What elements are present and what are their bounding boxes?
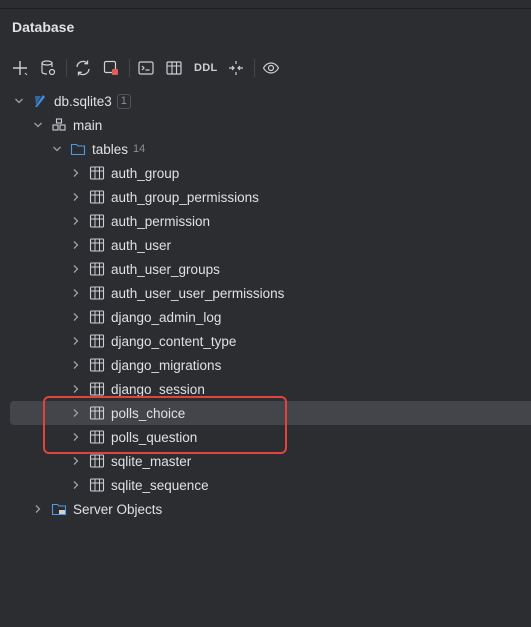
chevron-right-icon[interactable]	[69, 382, 83, 396]
chevron-right-icon[interactable]	[69, 238, 83, 252]
chevron-right-icon[interactable]	[31, 502, 45, 516]
chevron-right-icon[interactable]	[69, 334, 83, 348]
toolbar-separator	[129, 59, 130, 77]
table-icon	[89, 213, 105, 229]
tables-count: 14	[133, 143, 146, 155]
server-folder-icon	[51, 501, 67, 517]
table-row[interactable]: auth_user_groups	[0, 257, 531, 281]
chevron-right-icon[interactable]	[69, 310, 83, 324]
chevron-down-icon[interactable]	[50, 142, 64, 156]
table-row[interactable]: django_session	[0, 377, 531, 401]
add-icon[interactable]	[8, 56, 32, 80]
datasource-badge: 1	[116, 93, 131, 109]
table-icon	[89, 453, 105, 469]
tree-node-schema[interactable]: main	[0, 113, 531, 137]
table-label: sqlite_master	[111, 453, 192, 469]
chevron-right-icon[interactable]	[69, 454, 83, 468]
table-icon	[89, 357, 105, 373]
chevron-right-icon[interactable]	[69, 430, 83, 444]
tables-folder-label: tables	[92, 141, 129, 157]
database-tree: db.sqlite3 1 main tables 14 auth_group a…	[0, 89, 531, 521]
compare-icon[interactable]	[224, 56, 248, 80]
table-icon	[89, 381, 105, 397]
schema-icon	[51, 117, 67, 133]
table-row[interactable]: polls_question	[0, 425, 531, 449]
table-label: django_admin_log	[111, 309, 222, 325]
chevron-right-icon[interactable]	[69, 190, 83, 204]
schema-label: main	[73, 117, 103, 133]
table-icon	[89, 429, 105, 445]
table-label: auth_user_groups	[111, 261, 220, 277]
sqlite-icon	[32, 93, 48, 109]
datasource-properties-icon[interactable]	[36, 56, 60, 80]
table-icon	[89, 285, 105, 301]
table-row[interactable]: auth_user	[0, 233, 531, 257]
table-row[interactable]: auth_group_permissions	[0, 185, 531, 209]
table-label: auth_user_user_permissions	[111, 285, 285, 301]
table-label: auth_permission	[111, 213, 211, 229]
table-icon	[89, 333, 105, 349]
table-row[interactable]: django_migrations	[0, 353, 531, 377]
table-editor-icon[interactable]	[162, 56, 186, 80]
view-options-icon[interactable]	[259, 56, 283, 80]
table-label: auth_user	[111, 237, 172, 253]
table-label: auth_group	[111, 165, 180, 181]
table-icon	[89, 261, 105, 277]
table-label: sqlite_sequence	[111, 477, 209, 493]
table-icon	[89, 237, 105, 253]
table-row[interactable]: django_content_type	[0, 329, 531, 353]
top-divider	[0, 0, 531, 9]
table-label: polls_choice	[111, 405, 186, 421]
chevron-right-icon[interactable]	[69, 478, 83, 492]
chevron-right-icon[interactable]	[69, 262, 83, 276]
toolbar-separator	[66, 59, 67, 77]
database-tool-window: Database DDL db.sqlite3 1 main tables 14…	[0, 0, 531, 627]
chevron-right-icon[interactable]	[69, 166, 83, 180]
table-label: auth_group_permissions	[111, 189, 259, 205]
table-row[interactable]: auth_user_user_permissions	[0, 281, 531, 305]
folder-icon	[70, 141, 86, 157]
table-label: django_migrations	[111, 357, 222, 373]
disconnect-icon[interactable]	[99, 56, 123, 80]
table-icon	[89, 477, 105, 493]
chevron-right-icon[interactable]	[69, 286, 83, 300]
chevron-right-icon[interactable]	[69, 214, 83, 228]
table-label: polls_question	[111, 429, 198, 445]
chevron-right-icon[interactable]	[69, 406, 83, 420]
panel-title: Database	[12, 19, 75, 35]
table-row[interactable]: auth_permission	[0, 209, 531, 233]
table-icon	[89, 309, 105, 325]
refresh-icon[interactable]	[71, 56, 95, 80]
datasource-label: db.sqlite3	[54, 93, 112, 109]
chevron-down-icon[interactable]	[12, 94, 26, 108]
table-row[interactable]: sqlite_sequence	[0, 473, 531, 497]
ddl-button[interactable]: DDL	[194, 62, 218, 74]
table-label: django_content_type	[111, 333, 237, 349]
toolbar: DDL	[8, 56, 287, 80]
table-row[interactable]: auth_group	[0, 161, 531, 185]
table-row[interactable]: django_admin_log	[0, 305, 531, 329]
table-icon	[89, 405, 105, 421]
tree-node-datasource[interactable]: db.sqlite3 1	[0, 89, 531, 113]
table-row-selected[interactable]: polls_choice	[10, 401, 531, 425]
chevron-down-icon[interactable]	[31, 118, 45, 132]
server-objects-label: Server Objects	[73, 501, 163, 517]
table-label: django_session	[111, 381, 205, 397]
chevron-right-icon[interactable]	[69, 358, 83, 372]
tree-node-tables-folder[interactable]: tables 14	[0, 137, 531, 161]
tree-node-server-objects[interactable]: Server Objects	[0, 497, 531, 521]
table-icon	[89, 189, 105, 205]
table-icon	[89, 165, 105, 181]
table-row[interactable]: sqlite_master	[0, 449, 531, 473]
toolbar-separator	[253, 59, 255, 77]
console-icon[interactable]	[134, 56, 158, 80]
